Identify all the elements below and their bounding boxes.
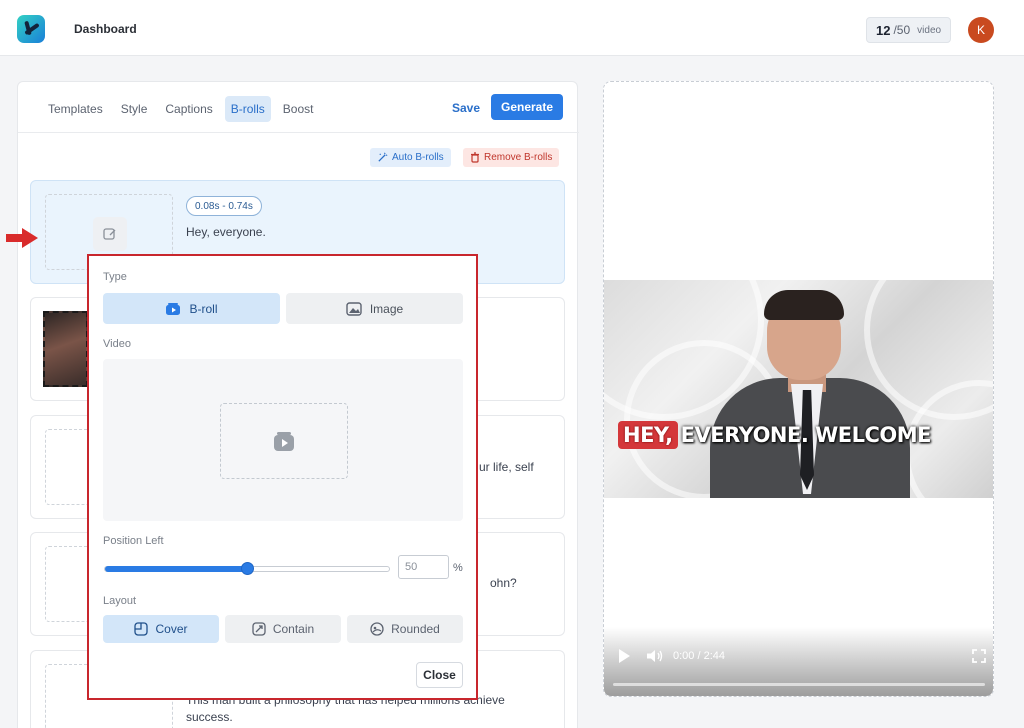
quota-unit: video: [917, 24, 942, 36]
red-arrow-icon: [6, 228, 38, 248]
top-header: Dashboard 12 /50 video K: [0, 0, 1024, 56]
type-label: Type: [103, 271, 127, 283]
type-image-button[interactable]: Image: [286, 293, 463, 324]
caption-text: EVERYONE. WELCOME: [680, 423, 932, 447]
trash-icon: [471, 152, 479, 163]
position-slider[interactable]: [104, 562, 390, 575]
position-slider-fill: [105, 566, 247, 572]
segment-time-badge: 0.08s - 0.74s: [186, 196, 262, 216]
remove-b-rolls-label: Remove B-rolls: [484, 152, 553, 163]
layout-contain-button[interactable]: Contain: [225, 615, 341, 643]
video-controls: 0:00 / 2:44: [604, 627, 993, 696]
layout-rounded-button[interactable]: Rounded: [347, 615, 463, 643]
video-upload-area[interactable]: [103, 359, 463, 521]
position-input[interactable]: 50: [398, 555, 449, 579]
position-left-label: Position Left: [103, 535, 164, 547]
close-button[interactable]: Close: [416, 662, 463, 688]
page-title[interactable]: Dashboard: [74, 22, 137, 36]
layout-cover-button[interactable]: Cover: [103, 615, 219, 643]
video-placeholder-icon: [274, 432, 294, 451]
tab-boost[interactable]: Boost: [277, 96, 320, 122]
segment-text: ohn?: [490, 576, 517, 590]
position-slider-handle[interactable]: [241, 562, 254, 575]
play-icon[interactable]: [619, 649, 630, 663]
layout-cover-label: Cover: [155, 622, 188, 636]
quota-total: /50: [893, 23, 911, 37]
type-image-label: Image: [369, 301, 404, 316]
editor-tabs: Templates Style Captions B-rolls Boost: [42, 96, 319, 122]
auto-b-rolls-label: Auto B-rolls: [392, 152, 444, 163]
tab-style[interactable]: Style: [115, 96, 154, 122]
percent-unit: %: [453, 562, 463, 574]
type-b-roll-label: B-roll: [189, 301, 218, 316]
tab-templates[interactable]: Templates: [42, 96, 109, 122]
segment-text: Hey, everyone.: [186, 225, 266, 239]
video-icon: [166, 302, 181, 315]
video-quota-badge: 12 /50 video: [866, 17, 952, 43]
user-avatar[interactable]: K: [968, 17, 994, 43]
rounded-icon: [370, 622, 384, 636]
quota-current: 12: [876, 22, 891, 38]
video-progress-bar[interactable]: [613, 683, 985, 686]
video-drop-zone[interactable]: [220, 403, 348, 479]
video-label: Video: [103, 338, 131, 350]
contain-icon: [252, 622, 266, 636]
app-logo[interactable]: [17, 15, 45, 43]
segment-text: ur life, self: [479, 460, 534, 474]
layout-rounded-label: Rounded: [391, 622, 440, 636]
tab-captions[interactable]: Captions: [159, 96, 218, 122]
tab-b-rolls[interactable]: B-rolls: [224, 96, 271, 122]
b-roll-settings-popup: Type B-roll Image Video Position Left 50…: [87, 254, 478, 700]
edit-icon[interactable]: [93, 217, 127, 251]
video-frame[interactable]: HEY, EVERYONE. WELCOME: [604, 280, 993, 498]
video-time: 0:00 / 2:44: [673, 650, 725, 662]
layout-contain-label: Contain: [272, 622, 315, 636]
remove-b-rolls-button[interactable]: Remove B-rolls: [463, 148, 560, 167]
auto-b-rolls-button[interactable]: Auto B-rolls: [370, 148, 451, 167]
caption-overlay: HEY, EVERYONE. WELCOME: [618, 421, 932, 449]
generate-button[interactable]: Generate: [491, 94, 564, 120]
image-icon: [346, 301, 362, 316]
save-button[interactable]: Save: [448, 95, 484, 121]
caption-highlight-word: HEY,: [618, 421, 678, 449]
segment-text-line2: success.: [186, 710, 233, 724]
volume-icon[interactable]: [646, 649, 664, 663]
video-preview[interactable]: HEY, EVERYONE. WELCOME 0:00 / 2:44: [603, 81, 994, 697]
tabs-divider: [18, 132, 579, 133]
type-b-roll-button[interactable]: B-roll: [103, 293, 280, 324]
fullscreen-icon[interactable]: [972, 649, 986, 663]
magic-wand-icon: [378, 152, 388, 162]
b-roll-thumbnail[interactable]: [43, 311, 88, 387]
cover-icon: [134, 622, 149, 636]
layout-label: Layout: [103, 595, 137, 607]
